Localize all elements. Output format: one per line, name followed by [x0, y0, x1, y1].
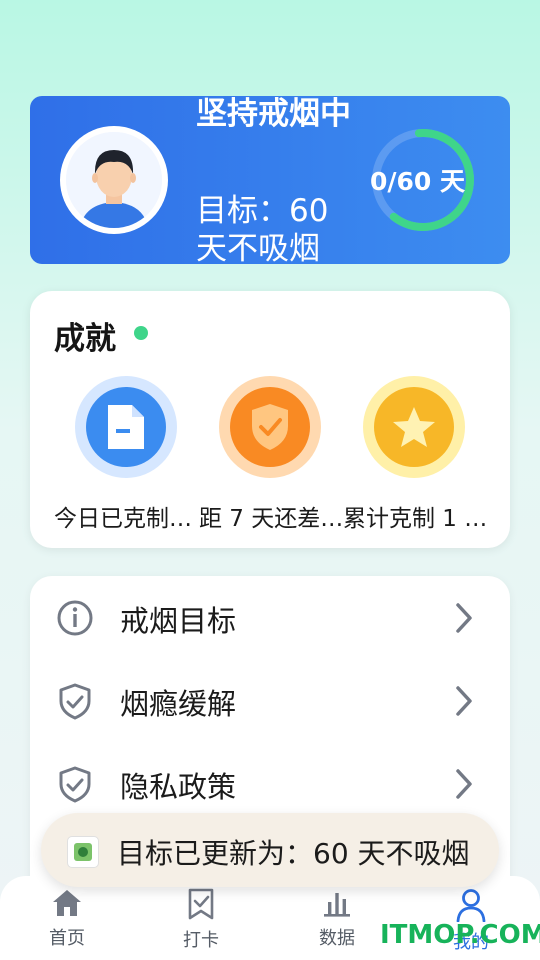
- user-avatar-icon: [66, 132, 162, 228]
- chevron-right-icon: [456, 603, 472, 633]
- nav-label-data: 数据: [319, 928, 355, 949]
- menu-item-quit-goal[interactable]: 戒烟目标: [30, 582, 510, 652]
- checkin-icon: [188, 888, 214, 920]
- app-icon: [67, 836, 99, 868]
- shield-check-icon: [59, 683, 91, 720]
- menu-label-craving-relief: 烟瘾缓解: [120, 687, 237, 721]
- person-icon: [456, 889, 486, 922]
- quit-status: 坚持戒烟中: [196, 96, 351, 132]
- shield-check-icon: [252, 404, 288, 450]
- progress-days: 0/60 天: [370, 167, 466, 196]
- menu-label-quit-goal: 戒烟目标: [120, 604, 237, 638]
- chevron-right-icon: [456, 769, 472, 799]
- shield-check-icon: [59, 766, 91, 803]
- toast-notification: 目标已更新为：60 天不吸烟: [41, 813, 499, 887]
- info-icon: [57, 600, 93, 636]
- star-icon: [393, 407, 435, 447]
- chevron-right-icon: [456, 686, 472, 716]
- watermark: ITMOP.COM: [380, 920, 540, 950]
- nav-label-home: 首页: [49, 928, 85, 949]
- toast-message: 目标已更新为：60 天不吸烟: [117, 837, 470, 870]
- new-indicator-dot: [134, 326, 148, 340]
- nav-item-checkin[interactable]: 打卡: [156, 888, 246, 952]
- home-icon: [53, 890, 81, 916]
- document-icon: [108, 405, 144, 449]
- goal-summary: 目标：60 天不吸烟: [196, 193, 329, 264]
- nav-item-data[interactable]: 数据: [292, 888, 382, 950]
- nav-item-home[interactable]: 首页: [22, 888, 112, 950]
- achievement-label-today: 今日已克制…: [54, 506, 192, 532]
- bar-chart-icon: [324, 893, 350, 917]
- achievement-badge-today[interactable]: [75, 376, 177, 478]
- menu-item-privacy-policy[interactable]: 隐私政策: [30, 748, 510, 818]
- achievement-badge-total[interactable]: [363, 376, 465, 478]
- nav-label-checkin: 打卡: [183, 930, 219, 951]
- achievements-card: 成就 今日已克制… 距 7 天还差… 累计克制 1 …: [30, 291, 510, 548]
- profile-card: 坚持戒烟中 目标：60 天不吸烟 0/60 天: [30, 96, 510, 264]
- achievement-badge-streak[interactable]: [219, 376, 321, 478]
- avatar[interactable]: [60, 126, 168, 234]
- menu-item-craving-relief[interactable]: 烟瘾缓解: [30, 665, 510, 735]
- achievement-label-total: 累计克制 1 …: [343, 506, 488, 532]
- menu-label-privacy-policy: 隐私政策: [120, 770, 237, 804]
- achievement-label-streak: 距 7 天还差…: [199, 506, 344, 532]
- achievements-title: 成就: [54, 321, 116, 357]
